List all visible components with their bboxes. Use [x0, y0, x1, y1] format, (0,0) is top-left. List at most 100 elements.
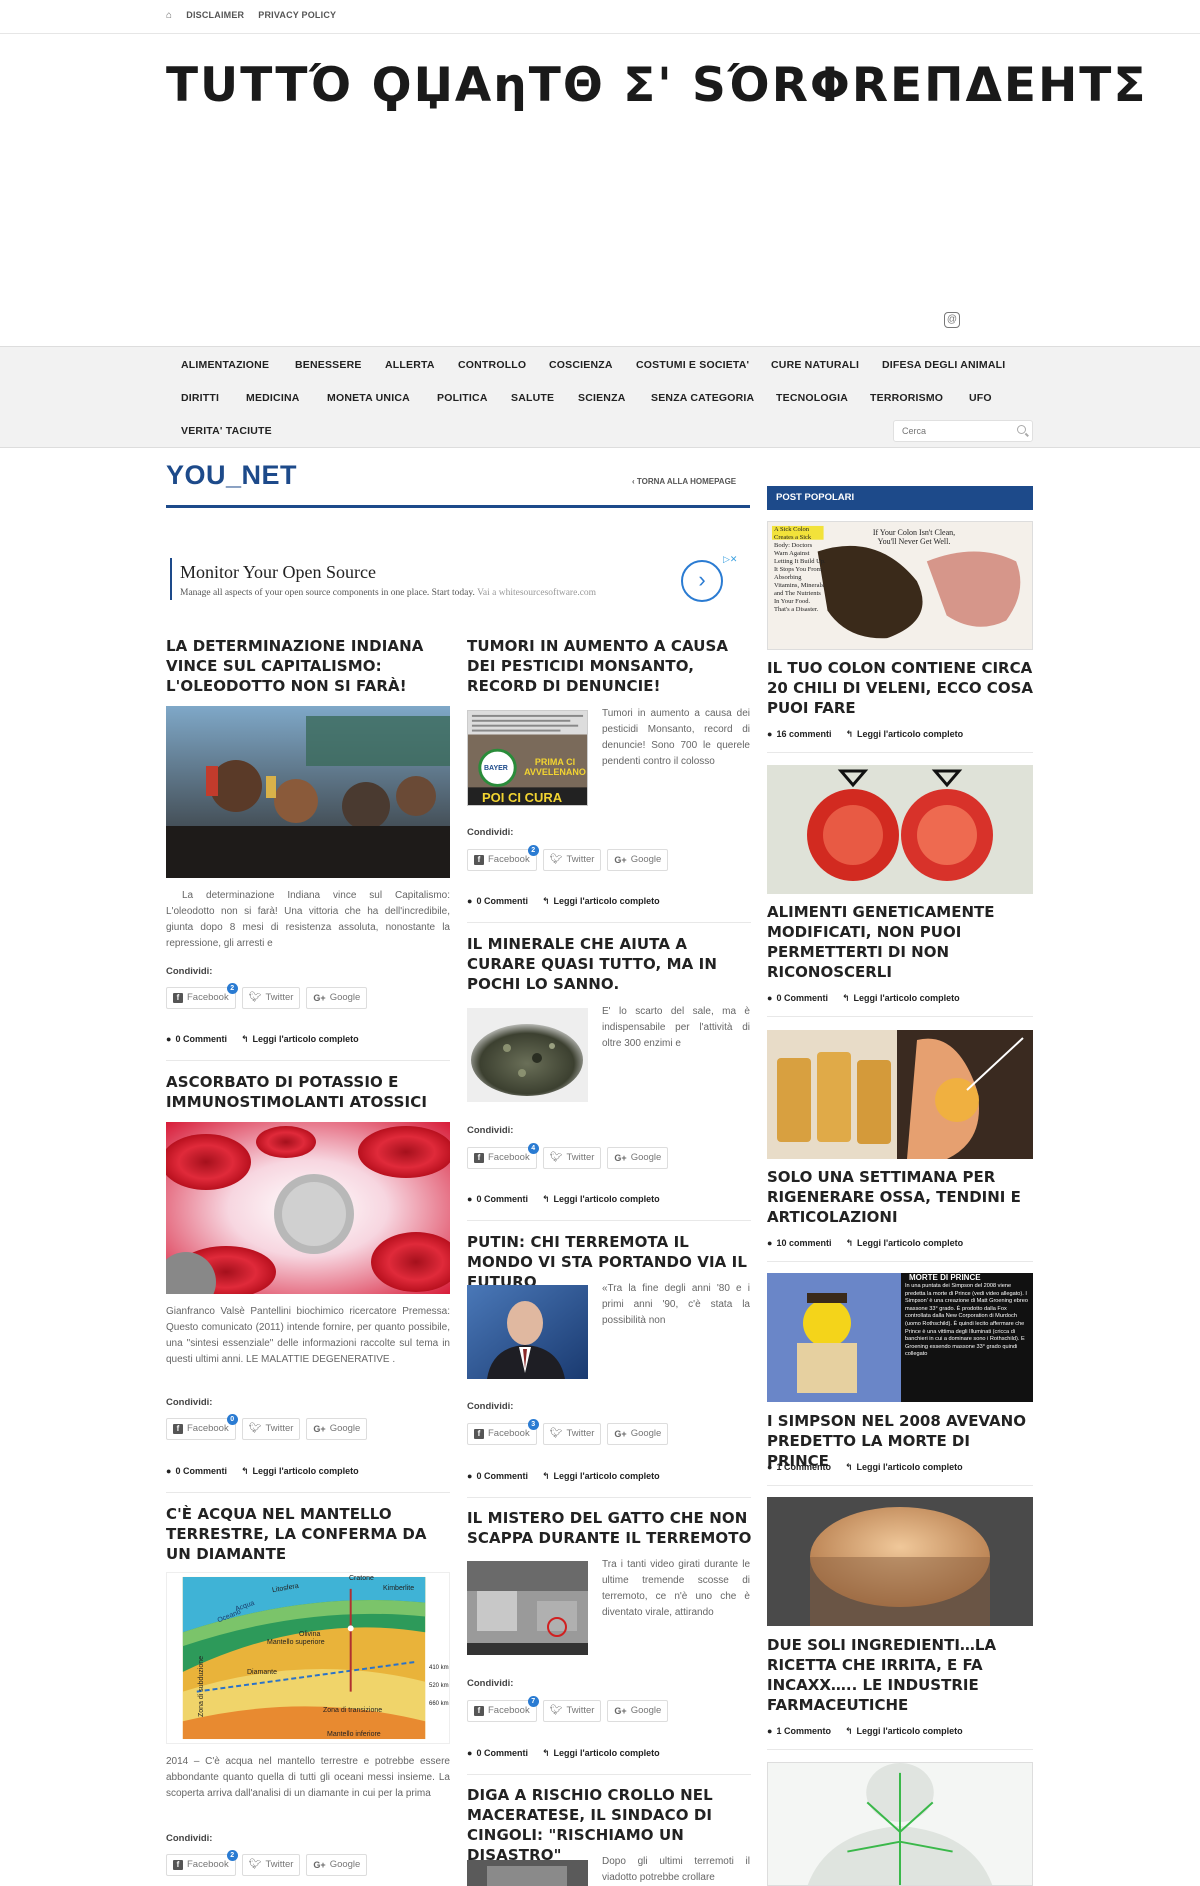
- back-to-homepage-link[interactable]: ‹ TORNA ALLA HOMEPAGE: [632, 477, 736, 486]
- article-image-putin[interactable]: [467, 1285, 588, 1379]
- article-title[interactable]: IL MISTERO DEL GATTO CHE NON SCAPPA DURA…: [467, 1508, 753, 1548]
- nav-item-coscienza[interactable]: COSCIENZA: [549, 359, 613, 371]
- read-more-link[interactable]: ↰ Leggi l'articolo completo: [241, 1466, 359, 1477]
- comments-link[interactable]: ● 0 Commenti: [467, 896, 528, 907]
- read-more-link[interactable]: ↰ Leggi l'articolo completo: [542, 1471, 660, 1482]
- read-more-link[interactable]: ↰ Leggi l'articolo completo: [845, 729, 963, 740]
- article-image-protest[interactable]: [166, 706, 450, 878]
- article-title[interactable]: TUMORI IN AUMENTO A CAUSA DEI PESTICIDI …: [467, 636, 753, 696]
- sidebar-post-title[interactable]: DUE SOLI INGREDIENTI…LA RICETTA CHE IRRI…: [767, 1635, 1033, 1715]
- read-more-link[interactable]: ↰ Leggi l'articolo completo: [241, 1034, 359, 1045]
- privacy-policy-link[interactable]: PRIVACY POLICY: [258, 10, 336, 21]
- nav-item-ufo[interactable]: UFO: [969, 392, 992, 404]
- facebook-share-button[interactable]: f Facebook 4: [467, 1143, 539, 1169]
- google-share-button[interactable]: G+ Google: [607, 1423, 669, 1445]
- google-share-button[interactable]: G+ Google: [306, 1854, 368, 1876]
- google-share-button[interactable]: G+ Google: [306, 1418, 368, 1440]
- nav-item-alimentazione[interactable]: ALIMENTAZIONE: [181, 359, 269, 371]
- read-more-link[interactable]: ↰ Leggi l'articolo completo: [845, 1462, 963, 1473]
- google-share-button[interactable]: G+ Google: [607, 1700, 669, 1722]
- read-more-link[interactable]: ↰ Leggi l'articolo completo: [845, 1726, 963, 1737]
- site-title[interactable]: TUTTΌ ϘЏAηTΘ Σ' ЅΌRΦREΠΔΕΗΤΣ: [166, 58, 1147, 113]
- sidebar-image-simpsons[interactable]: MORTE DI PRINCE In una puntata dei Simps…: [767, 1273, 1033, 1402]
- article-image-cat-video[interactable]: [467, 1561, 588, 1655]
- article-image-blood-cells[interactable]: [166, 1122, 450, 1294]
- read-more-link[interactable]: ↰ Leggi l'articolo completo: [542, 1748, 660, 1759]
- article-image-dam[interactable]: [467, 1860, 588, 1886]
- nav-item-benessere[interactable]: BENESSERE: [295, 359, 362, 371]
- twitter-share-button[interactable]: 🐦︎ Twitter: [542, 849, 602, 871]
- google-plus-icon: G+: [313, 993, 326, 1003]
- facebook-share-button[interactable]: f Facebook 7: [467, 1696, 539, 1722]
- ad-choices-icon[interactable]: ▷✕: [723, 554, 737, 565]
- nav-item-terrorismo[interactable]: TERRORISMO: [870, 392, 943, 404]
- comments-link[interactable]: ● 10 commenti: [767, 1238, 831, 1249]
- article-title[interactable]: ASCORBATO DI POTASSIO E IMMUNOSTIMOLANTI…: [166, 1072, 454, 1112]
- article-title[interactable]: C'È ACQUA NEL MANTELLO TERRESTRE, LA CON…: [166, 1504, 454, 1564]
- comments-link[interactable]: ● 0 Commenti: [166, 1034, 227, 1045]
- nav-item-scienza[interactable]: SCIENZA: [578, 392, 626, 404]
- nav-item-politica[interactable]: POLITICA: [437, 392, 488, 404]
- search-icon[interactable]: [1017, 425, 1026, 434]
- article-title[interactable]: DIGA A RISCHIO CROLLO NEL MACERATESE, IL…: [467, 1785, 753, 1865]
- twitter-share-button[interactable]: 🐦︎ Twitter: [542, 1423, 602, 1445]
- nav-item-tecnologia[interactable]: TECNOLOGIA: [776, 392, 848, 404]
- sidebar-post-title[interactable]: ALIMENTI GENETICAMENTE MODIFICATI, NON P…: [767, 902, 1033, 982]
- read-more-link[interactable]: ↰ Leggi l'articolo completo: [542, 896, 660, 907]
- home-icon[interactable]: ⌂: [166, 10, 172, 21]
- read-more-link[interactable]: ↰ Leggi l'articolo completo: [542, 1194, 660, 1205]
- nav-item-verita-taciute[interactable]: VERITA' TACIUTE: [181, 425, 272, 437]
- google-share-button[interactable]: G+ Google: [306, 987, 368, 1009]
- nav-item-medicina[interactable]: MEDICINA: [246, 392, 300, 404]
- article-title[interactable]: IL MINERALE CHE AIUTA A CURARE QUASI TUT…: [467, 934, 753, 994]
- google-share-button[interactable]: G+ Google: [607, 1147, 669, 1169]
- advertisement[interactable]: Monitor Your Open Source Manage all aspe…: [166, 552, 750, 606]
- comments-link[interactable]: ● 0 Commenti: [166, 1466, 227, 1477]
- article-image-earth-diagram[interactable]: Oceano Acqua Litosfera Cratone Kimberlit…: [166, 1572, 450, 1744]
- facebook-share-button[interactable]: f Facebook 2: [166, 983, 238, 1009]
- article-title[interactable]: LA DETERMINAZIONE INDIANA VINCE SUL CAPI…: [166, 636, 454, 696]
- sidebar-post-title[interactable]: SOLO UNA SETTIMANA PER RIGENERARE OSSA, …: [767, 1167, 1033, 1227]
- comments-link[interactable]: ● 0 Commenti: [767, 993, 828, 1004]
- comments-link[interactable]: ● 0 Commenti: [467, 1194, 528, 1205]
- sidebar-post-title[interactable]: IL TUO COLON CONTIENE CIRCA 20 CHILI DI …: [767, 658, 1033, 718]
- sidebar-image-colon[interactable]: A Sick Colon Creates a Sick Body: Doctor…: [767, 521, 1033, 650]
- nav-item-moneta-unica[interactable]: MONETA UNICA: [327, 392, 410, 404]
- sidebar-image-bone-broth[interactable]: [767, 1030, 1033, 1159]
- article-image-bayer[interactable]: BAYER PRIMA CI AVVELENANO POI CI CURA: [467, 710, 588, 806]
- google-share-button[interactable]: G+ Google: [607, 849, 669, 871]
- comments-link[interactable]: ● 1 Commento: [767, 1462, 831, 1473]
- nav-item-difesa-degli-animali[interactable]: DIFESA DEGLI ANIMALI: [882, 359, 1005, 371]
- nav-item-salute[interactable]: SALUTE: [511, 392, 554, 404]
- facebook-share-button[interactable]: f Facebook 3: [467, 1419, 539, 1445]
- disclaimer-link[interactable]: DISCLAIMER: [186, 10, 244, 21]
- search-input[interactable]: [894, 421, 1004, 441]
- facebook-share-button[interactable]: f Facebook 2: [166, 1850, 238, 1876]
- comments-link[interactable]: ● 0 Commenti: [467, 1471, 528, 1482]
- nav-item-senza-categoria[interactable]: SENZA CATEGORIA: [651, 392, 754, 404]
- read-more-link[interactable]: ↰ Leggi l'articolo completo: [845, 1238, 963, 1249]
- comments-link[interactable]: ● 0 Commenti: [467, 1748, 528, 1759]
- sidebar-image-cream-jar[interactable]: [767, 1497, 1033, 1626]
- read-more-link[interactable]: ↰ Leggi l'articolo completo: [842, 993, 960, 1004]
- nav-item-controllo[interactable]: CONTROLLO: [458, 359, 526, 371]
- twitter-share-button[interactable]: 🐦︎ Twitter: [542, 1700, 602, 1722]
- twitter-share-button[interactable]: 🐦︎ Twitter: [241, 1418, 301, 1440]
- ad-title[interactable]: Monitor Your Open Source: [180, 562, 376, 583]
- comments-link[interactable]: ● 1 Commento: [767, 1726, 831, 1737]
- ad-arrow-button[interactable]: ›: [681, 560, 723, 602]
- article-image-mineral[interactable]: [467, 1008, 588, 1102]
- nav-item-allerta[interactable]: ALLERTA: [385, 359, 435, 371]
- facebook-share-button[interactable]: f Facebook 0: [166, 1414, 238, 1440]
- twitter-share-button[interactable]: 🐦︎ Twitter: [241, 987, 301, 1009]
- comments-link[interactable]: ● 16 commenti: [767, 729, 831, 740]
- sidebar-image-tomatoes[interactable]: [767, 765, 1033, 894]
- twitter-share-button[interactable]: 🐦︎ Twitter: [542, 1147, 602, 1169]
- twitter-share-button[interactable]: 🐦︎ Twitter: [241, 1854, 301, 1876]
- nav-item-costumi-e-societa[interactable]: COSTUMI E SOCIETA': [636, 359, 749, 371]
- sidebar-image-lymph[interactable]: [767, 1762, 1033, 1886]
- rss-icon[interactable]: @: [944, 312, 960, 328]
- nav-item-cure-naturali[interactable]: CURE NATURALI: [771, 359, 859, 371]
- facebook-share-button[interactable]: f Facebook 2: [467, 845, 539, 871]
- nav-item-diritti[interactable]: DIRITTI: [181, 392, 219, 404]
